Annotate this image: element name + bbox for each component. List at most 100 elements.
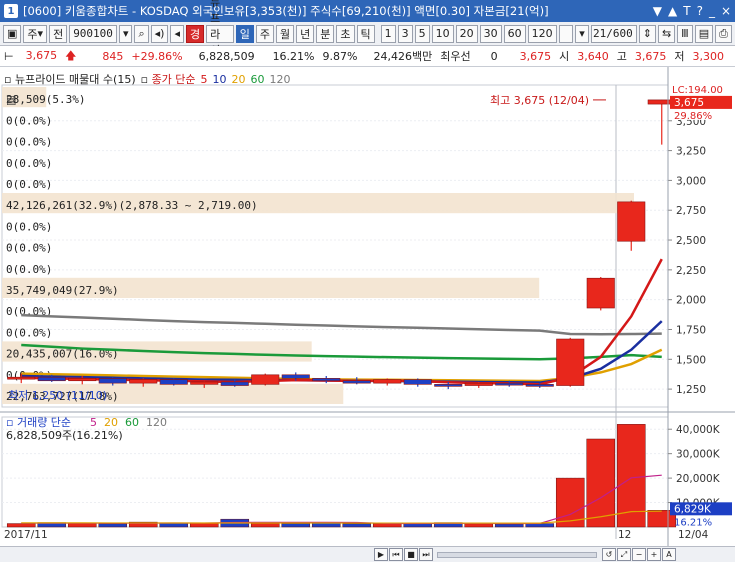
interval-20[interactable]: 20 bbox=[455, 24, 478, 43]
price-tick-label: 3,250 bbox=[676, 146, 706, 158]
search-icon[interactable]: ⌕ bbox=[134, 24, 149, 43]
x-right-label: 12/04 bbox=[678, 529, 709, 541]
zoom-out-icon[interactable]: − bbox=[632, 548, 646, 561]
volume-bar bbox=[342, 523, 372, 528]
print-icon[interactable]: ⎙ bbox=[715, 24, 732, 43]
interval-3[interactable]: 3 bbox=[397, 24, 413, 43]
scroll-begin-icon[interactable]: ⏮ bbox=[389, 548, 403, 561]
save-icon[interactable]: ▤ bbox=[694, 24, 714, 43]
period-month[interactable]: 월 bbox=[276, 24, 295, 43]
volume-tick-label: 30,000K bbox=[676, 449, 721, 461]
interval-5[interactable]: 5 bbox=[414, 24, 430, 43]
code-dropdown-icon[interactable]: ▾ bbox=[118, 24, 133, 43]
high-price: 3,675 bbox=[634, 49, 667, 63]
count-spin-icon[interactable]: ⇕ bbox=[638, 24, 656, 43]
profile-label: 42,126,261(32.9%)(2,878.33 ~ 2,719.00) bbox=[6, 199, 258, 212]
toolbar: ▣ 주▾ 전 900100 ▾ ⌕ ◂) ◂ 경 뉴프라이드 일 주 월 년 분… bbox=[0, 0, 735, 73]
price-tick-label: 2,000 bbox=[676, 295, 706, 307]
turnover: 9.87% bbox=[322, 49, 358, 63]
interval-30[interactable]: 30 bbox=[479, 24, 502, 43]
zoom-fit-icon[interactable]: ⤢ bbox=[617, 548, 631, 561]
window-title: [0600] 키움종합차트 - KOSDAQ 외국인보유[3,353(천)] 주… bbox=[23, 4, 549, 18]
pin-icon[interactable]: ⊢ bbox=[0, 50, 18, 63]
sound-icon[interactable]: ◂) bbox=[150, 24, 169, 43]
count-input[interactable]: 21/600 bbox=[590, 24, 637, 43]
profile-label: 0(0.0%) bbox=[6, 114, 52, 127]
bottom-scrollbar: ▶ ⏮ ■ ⏭ ↺ ⤢ − + A bbox=[0, 546, 735, 562]
minimize-button[interactable]: _ bbox=[709, 4, 715, 18]
compare-icon[interactable]: ⇆ bbox=[657, 24, 676, 43]
indicator-icon[interactable]: Ⅲ bbox=[677, 24, 693, 43]
candle-body bbox=[525, 384, 554, 387]
candle-body bbox=[586, 277, 615, 309]
zoom-in-icon[interactable]: + bbox=[647, 548, 661, 561]
help-icon[interactable]: ? bbox=[697, 4, 703, 18]
zoom-reset-icon[interactable]: ↺ bbox=[602, 548, 616, 561]
trade-amount: 24,426백만 bbox=[373, 50, 433, 63]
window-down-icon[interactable]: ▼ bbox=[653, 4, 662, 18]
period-select[interactable]: 주 ▾ bbox=[23, 24, 48, 43]
volume-value-label: 6,828,509주(16.21%) bbox=[6, 429, 123, 442]
interval-120[interactable]: 120 bbox=[527, 24, 557, 43]
current-pct-label: 29.86% bbox=[674, 111, 712, 122]
x-left-label: 2017/11 bbox=[4, 529, 48, 541]
low-annotation: 최저 1,250 (11/10) bbox=[8, 389, 107, 402]
ma-period-10: 10 bbox=[212, 72, 227, 86]
prev-icon[interactable]: ◂ bbox=[170, 24, 184, 43]
ma-legend[interactable]: ▫ 종가 단순 bbox=[141, 71, 196, 87]
volume-bar bbox=[159, 522, 189, 528]
window-up-icon[interactable]: ▲ bbox=[668, 4, 677, 18]
ma-period-120: 120 bbox=[269, 72, 291, 86]
scroll-end-icon[interactable]: ⏭ bbox=[419, 548, 433, 561]
current-price-value: 3,675 bbox=[25, 48, 58, 62]
interval-60[interactable]: 60 bbox=[503, 24, 526, 43]
period-year[interactable]: 년 bbox=[296, 24, 315, 43]
candle-body bbox=[159, 379, 188, 385]
market-button[interactable]: 전 bbox=[49, 24, 68, 43]
text-icon[interactable]: A bbox=[662, 548, 676, 561]
close-button[interactable]: × bbox=[721, 4, 731, 18]
interval-1[interactable]: 1 bbox=[380, 24, 396, 43]
layout-icon[interactable]: ▣ bbox=[3, 24, 22, 43]
x-mid-label: 12 bbox=[618, 529, 631, 541]
quote-bar: ⊢ 3,675 🡅 845 +29.86% 6,828,509 16.21% 9.… bbox=[0, 46, 735, 67]
profile-label: 0(0.0%) bbox=[6, 242, 52, 255]
volume-legend-label: ▫ 거래량 단순 bbox=[6, 416, 71, 429]
scroll-left-icon[interactable]: ▶ bbox=[374, 548, 388, 561]
period-minute[interactable]: 분 bbox=[316, 24, 335, 43]
title-bar: 1 [0600] 키움종합차트 - KOSDAQ 외국인보유[3,353(천)]… bbox=[0, 0, 735, 22]
open-price: 3,640 bbox=[577, 49, 609, 63]
period-week[interactable]: 주 bbox=[255, 24, 275, 43]
low-price: 3,300 bbox=[692, 49, 724, 63]
news-tab[interactable]: 경 bbox=[186, 24, 205, 43]
price-legend: ▫ 뉴프라이드 매물대 수(15) ▫ 종가 단순 5 10 20 60 120 bbox=[4, 71, 291, 87]
stop-icon[interactable]: ■ bbox=[404, 548, 418, 561]
price-tick-label: 3,000 bbox=[676, 175, 706, 187]
volume-ratio: 16.21% bbox=[272, 49, 315, 63]
candle-body bbox=[220, 381, 249, 386]
scroll-track[interactable] bbox=[437, 551, 597, 558]
list-icon: ▤ bbox=[6, 94, 16, 107]
font-icon[interactable]: T bbox=[683, 4, 690, 18]
profile-label: 28,509(5.3%) bbox=[6, 93, 85, 106]
price-tick-label: 1,750 bbox=[676, 324, 706, 336]
candle-body bbox=[312, 378, 341, 382]
window-number: 1 bbox=[4, 4, 18, 18]
price-tick-label: 2,250 bbox=[676, 265, 706, 277]
interval-dropdown-icon[interactable]: ▾ bbox=[575, 24, 589, 43]
price-tick-label: 1,500 bbox=[676, 354, 706, 366]
up-arrow-icon: 🡅 bbox=[65, 48, 77, 62]
window-controls: ▼ ▲ T ? _ × bbox=[653, 4, 731, 18]
chart-area[interactable]: 28,509(5.3%) 0(0.0%) 0(0.0%) 0(0.0%) 0(0.0%)… bbox=[0, 67, 735, 546]
interval-input[interactable] bbox=[558, 24, 574, 43]
volume-bar bbox=[281, 523, 311, 528]
candle-body bbox=[68, 378, 97, 382]
profile-legend[interactable]: ▫ 뉴프라이드 매물대 수(15) bbox=[4, 71, 136, 87]
period-day[interactable]: 일 bbox=[235, 24, 254, 43]
pref-label: 최우선 bbox=[440, 50, 471, 63]
code-input[interactable]: 900100 bbox=[69, 24, 117, 43]
candle-body bbox=[7, 376, 36, 380]
interval-10[interactable]: 10 bbox=[431, 24, 454, 43]
period-tick[interactable]: 틱 bbox=[356, 24, 375, 43]
period-second[interactable]: 초 bbox=[336, 24, 355, 43]
